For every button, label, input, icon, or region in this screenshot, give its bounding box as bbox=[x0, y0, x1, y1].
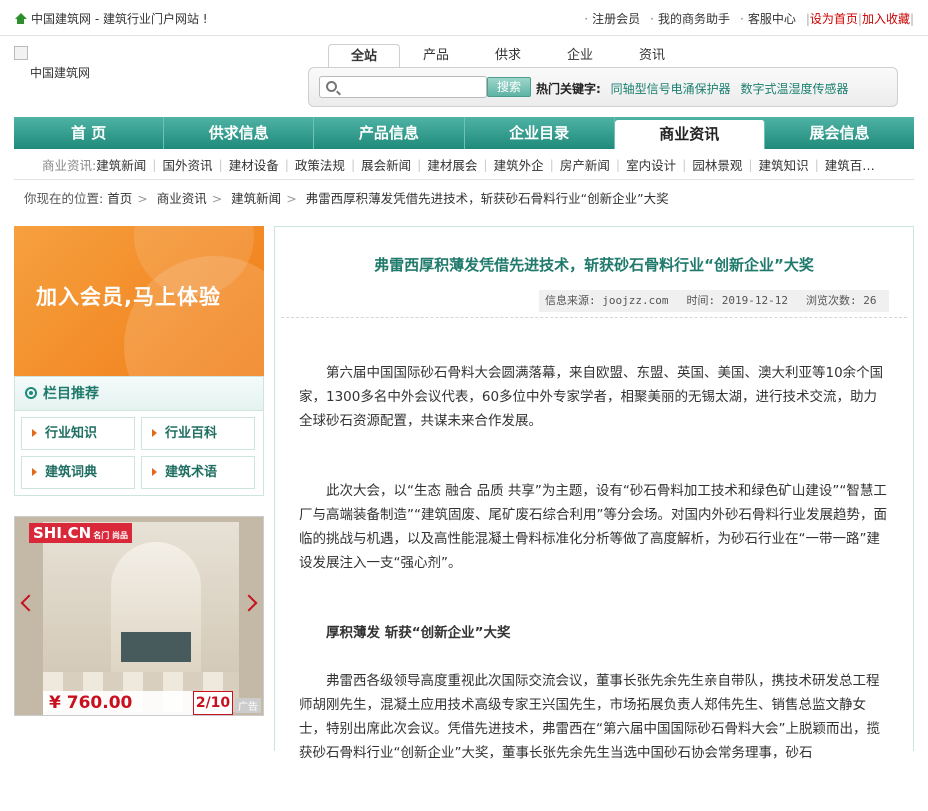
next-arrow-icon[interactable] bbox=[240, 594, 258, 612]
site-title[interactable]: 中国建筑网 - 建筑行业门户网站 ! bbox=[14, 10, 208, 27]
ad-image[interactable] bbox=[43, 522, 239, 712]
customer-service-link[interactable]: 客服中心 bbox=[740, 10, 796, 27]
search-tab-companies[interactable]: 企业 bbox=[544, 44, 616, 68]
breadcrumb-label: 你现在的位置: bbox=[24, 191, 104, 206]
breadcrumb-item[interactable]: 首页 bbox=[107, 191, 132, 206]
breadcrumb: 你现在的位置: 首页 > 商业资讯 > 建筑新闻 > 弗雷西厚积薄发凭借先进技术，斩获… bbox=[24, 191, 669, 206]
ad-tag: 广告 bbox=[235, 698, 261, 713]
arrow-icon bbox=[32, 429, 37, 437]
breadcrumb-current: 弗雷西厚积薄发凭借先进技术，斩获砂石骨料行业“创新企业”大奖 bbox=[305, 191, 669, 206]
set-homepage-link[interactable]: 设为首页 bbox=[810, 12, 858, 26]
nav-business-news[interactable]: 商业资讯 bbox=[614, 120, 765, 149]
search-tabs: 全站 产品 供求 企业 资讯 bbox=[328, 44, 688, 68]
subnav-label: 商业资讯: bbox=[42, 158, 97, 173]
article-meta: 信息来源: joojzz.com 时间: 2019-12-12 浏览次数: 26 bbox=[539, 290, 889, 312]
register-link[interactable]: 注册会员 bbox=[584, 10, 640, 27]
top-bar: 中国建筑网 - 建筑行业门户网站 ! 注册会员 我的商务助手 客服中心 |设为首… bbox=[0, 0, 928, 36]
hot-keywords-label: 热门关键字: bbox=[536, 82, 601, 96]
target-icon bbox=[25, 387, 37, 399]
hot-keyword-link[interactable]: 同轴型信号电涌保护器 bbox=[611, 82, 731, 96]
search-tab-products[interactable]: 产品 bbox=[400, 44, 472, 68]
article: 弗雷西厚积薄发凭借先进技术，斩获砂石骨料行业“创新企业”大奖 信息来源: joo… bbox=[274, 226, 914, 761]
arrow-icon bbox=[152, 429, 157, 437]
site-name[interactable]: 中国建筑网 - 建筑行业门户网站 ! bbox=[31, 10, 208, 27]
logo[interactable]: 中国建筑网 bbox=[14, 46, 114, 96]
top-links: 注册会员 我的商务助手 客服中心 |设为首页|加入收藏| bbox=[584, 10, 914, 27]
business-assistant-link[interactable]: 我的商务助手 bbox=[650, 10, 730, 27]
hot-keywords: 热门关键字: 同轴型信号电涌保护器 数字式温湿度传感器 bbox=[536, 80, 849, 97]
main-nav: 首 页 供求信息 产品信息 企业目录 商业资讯 展会信息 bbox=[14, 117, 914, 149]
subnav-item[interactable]: 建筑百… bbox=[825, 155, 875, 174]
subnav-item[interactable]: 建筑新闻 bbox=[96, 155, 146, 174]
arrow-icon bbox=[32, 468, 37, 476]
subnav-item[interactable]: 建筑外企 bbox=[494, 155, 544, 174]
logo-alt-text: 中国建筑网 bbox=[30, 66, 91, 80]
article-source: 信息来源: joojzz.com bbox=[545, 294, 669, 307]
recommend-item[interactable]: 建筑词典 bbox=[21, 456, 135, 489]
article-views: 浏览次数: 26 bbox=[805, 294, 877, 307]
article-paragraph: 第六届中国国际砂石骨料大会圆满落幕，来自欧盟、东盟、英国、美国、澳大利亚等10余… bbox=[299, 365, 884, 429]
nav-exhibitions[interactable]: 展会信息 bbox=[765, 117, 914, 149]
breadcrumb-item[interactable]: 商业资讯 bbox=[157, 191, 207, 206]
recommend-item[interactable]: 行业百科 bbox=[141, 417, 255, 450]
ad-carousel[interactable]: SHI.CN 名门 尚品 ¥ 760.00 2/10 广告 bbox=[14, 516, 264, 716]
home-icon[interactable] bbox=[14, 12, 27, 25]
header: 中国建筑网 全站 产品 供求 企业 资讯 搜索 热门关键字: 同轴型信号电涌保护… bbox=[0, 36, 928, 112]
search-input[interactable] bbox=[319, 76, 487, 98]
sub-nav: 商业资讯: 建筑新闻 | 国外资讯 | 建材设备 | 政策法规 | 展会新闻 | 建材展会… bbox=[14, 150, 914, 180]
search-tab-supply[interactable]: 供求 bbox=[472, 44, 544, 68]
subnav-item[interactable]: 国外资讯 bbox=[162, 155, 212, 174]
article-subheading: 厚积薄发 斩获“创新企业”大奖 bbox=[326, 625, 511, 641]
subnav-item[interactable]: 园林景观 bbox=[692, 155, 742, 174]
breadcrumb-item[interactable]: 建筑新闻 bbox=[231, 191, 281, 206]
subnav-item[interactable]: 展会新闻 bbox=[361, 155, 411, 174]
search-tab-all[interactable]: 全站 bbox=[328, 44, 400, 68]
article-paragraph: 此次大会，以“生态 融合 品质 共享”为主题，设有“砂石骨料加工技术和绿色矿山建… bbox=[299, 483, 887, 571]
subnav-item[interactable]: 建材展会 bbox=[427, 155, 477, 174]
broken-image-icon bbox=[14, 46, 28, 60]
subnav-item[interactable]: 政策法规 bbox=[295, 155, 345, 174]
article-time: 时间: 2019-12-12 bbox=[686, 294, 788, 307]
column-recommend: 栏目推荐 行业知识 行业百科 建筑词典 建筑术语 bbox=[14, 376, 264, 496]
article-body: 第六届中国国际砂石骨料大会圆满落幕，来自欧盟、东盟、英国、美国、澳大利亚等10余… bbox=[299, 361, 889, 811]
join-member-banner[interactable]: 加入会员,马上体验 bbox=[14, 226, 264, 376]
subnav-item[interactable]: 室内设计 bbox=[626, 155, 676, 174]
ad-price: ¥ 760.00 bbox=[43, 691, 209, 715]
nav-products[interactable]: 产品信息 bbox=[314, 117, 465, 149]
arrow-icon bbox=[152, 468, 157, 476]
banner-text: 加入会员,马上体验 bbox=[36, 285, 221, 309]
subnav-item[interactable]: 建材设备 bbox=[229, 155, 279, 174]
search-icon bbox=[326, 81, 337, 92]
subnav-item[interactable]: 建筑知识 bbox=[759, 155, 809, 174]
add-favorite-link[interactable]: 加入收藏 bbox=[862, 12, 910, 26]
search-tab-news[interactable]: 资讯 bbox=[616, 44, 688, 68]
prev-arrow-icon[interactable] bbox=[20, 594, 38, 612]
ad-brand: SHI.CN 名门 尚品 bbox=[29, 523, 132, 543]
recommend-item[interactable]: 建筑术语 bbox=[141, 456, 255, 489]
recommend-item[interactable]: 行业知识 bbox=[21, 417, 135, 450]
recommend-title: 栏目推荐 bbox=[15, 377, 263, 411]
subnav-item[interactable]: 房产新闻 bbox=[560, 155, 610, 174]
nav-companies[interactable]: 企业目录 bbox=[465, 117, 615, 149]
hot-keyword-link[interactable]: 数字式温湿度传感器 bbox=[740, 82, 848, 96]
nav-supply[interactable]: 供求信息 bbox=[164, 117, 315, 149]
search-box: 搜索 热门关键字: 同轴型信号电涌保护器 数字式温湿度传感器 bbox=[308, 67, 898, 107]
article-title: 弗雷西厚积薄发凭借先进技术，斩获砂石骨料行业“创新企业”大奖 bbox=[374, 256, 814, 274]
nav-home[interactable]: 首 页 bbox=[14, 117, 165, 149]
ad-pager: 2/10 bbox=[193, 691, 233, 715]
search-button[interactable]: 搜索 bbox=[487, 77, 531, 97]
